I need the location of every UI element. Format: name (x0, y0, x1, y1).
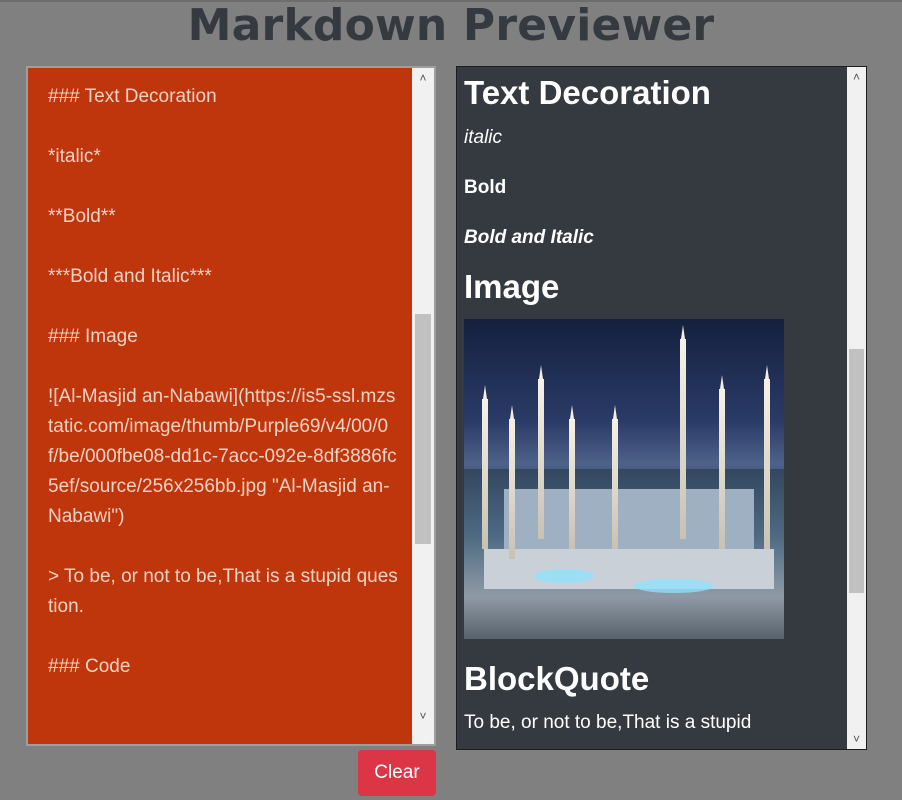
clear-button[interactable]: Clear (358, 750, 436, 796)
editor-line: **Bold** (48, 206, 116, 227)
editor-line: ![Al-Masjid an-Nabawi](https://is5-ssl.m… (48, 386, 397, 527)
editor-content[interactable]: ### Text Decoration *italic* **Bold** **… (48, 82, 398, 712)
preview-scrollbar-thumb[interactable] (849, 349, 864, 593)
preview-italic-text: italic (464, 127, 503, 148)
markdown-preview: Text Decoration italic Bold Bold and Ita… (456, 66, 867, 750)
image-minaret (509, 419, 515, 559)
image-light (534, 569, 594, 583)
preview-scrollbar[interactable]: ˄ ˅ (847, 67, 866, 749)
image-light (634, 579, 714, 593)
image-minaret (569, 419, 575, 549)
editor-line: ### Image (48, 326, 138, 347)
preview-heading-image: Image (464, 268, 560, 305)
preview-heading-text-decoration: Text Decoration (464, 74, 711, 111)
image-minaret (482, 399, 488, 549)
image-roof (484, 549, 774, 589)
preview-heading-blockquote: BlockQuote (464, 660, 650, 697)
image-minaret (612, 419, 618, 549)
mosque-image (464, 319, 784, 639)
chevron-up-icon[interactable]: ˄ (412, 68, 434, 88)
editor-line: *italic* (48, 146, 101, 167)
image-minaret (719, 389, 725, 549)
editor-scrollbar-thumb[interactable] (415, 314, 431, 544)
preview-bold-italic-text: Bold and Italic (464, 227, 594, 248)
preview-blockquote: To be, or not to be,That is a stupid (464, 712, 752, 733)
editor-line: > To be, or not to be,That is a stupid q… (48, 566, 398, 617)
editor-scrollbar[interactable]: ˄ ˅ (412, 68, 434, 744)
preview-bold-text: Bold (464, 177, 507, 198)
page-title: Markdown Previewer (187, 0, 715, 51)
image-minaret (680, 339, 686, 539)
editor-line: ### Text Decoration (48, 86, 217, 107)
chevron-down-icon[interactable]: ˅ (847, 729, 866, 749)
preview-content: Text Decoration italic Bold Bold and Ita… (464, 67, 844, 735)
editor-line: ### Code (48, 656, 131, 677)
image-minaret (764, 379, 770, 549)
editor-line: ***Bold and Italic*** (48, 266, 212, 287)
chevron-down-icon[interactable]: ˅ (412, 706, 434, 726)
image-minaret (538, 379, 544, 539)
chevron-up-icon[interactable]: ˄ (847, 67, 866, 87)
markdown-editor[interactable]: ### Text Decoration *italic* **Bold** **… (26, 66, 436, 746)
